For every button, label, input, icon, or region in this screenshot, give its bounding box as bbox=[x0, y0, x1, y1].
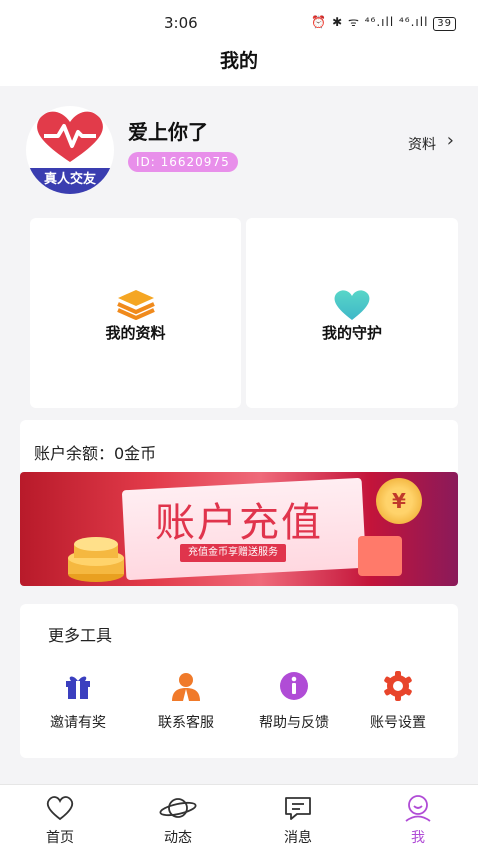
yen-coin-icon: ¥ bbox=[376, 478, 422, 524]
balance-text: 账户余额：0金币 bbox=[34, 444, 157, 463]
banner-subtitle: 充值金币享赠送服务 bbox=[180, 544, 286, 562]
battery-icon: 39 bbox=[433, 17, 456, 31]
more-tools-title: 更多工具 bbox=[48, 626, 113, 645]
contact-service-label: 联系客服 bbox=[158, 715, 214, 731]
gift-box-icon bbox=[358, 536, 402, 576]
profile-link[interactable]: 资料 bbox=[408, 134, 436, 154]
tab-me[interactable]: 我 bbox=[378, 795, 458, 847]
heart-icon bbox=[332, 288, 372, 326]
contact-service-button[interactable]: 联系客服 bbox=[136, 670, 236, 732]
heart-outline-icon bbox=[20, 795, 100, 821]
balance-card: 账户余额：0金币 bbox=[20, 420, 458, 472]
account-settings-label: 账号设置 bbox=[370, 715, 426, 731]
planet-icon bbox=[138, 795, 218, 821]
invite-reward-button[interactable]: 邀请有奖 bbox=[28, 670, 128, 732]
avatar[interactable]: 真人交友 bbox=[26, 106, 114, 194]
user-icon bbox=[378, 795, 458, 822]
help-feedback-label: 帮助与反馈 bbox=[259, 715, 329, 731]
status-signal-icons: ⏰ ✱ ᯤ ⁴⁶.ıll ⁴⁶.ıll bbox=[311, 15, 429, 29]
chevron-right-icon[interactable]: › bbox=[447, 130, 454, 151]
avatar-label: 真人交友 bbox=[26, 168, 114, 194]
gift-icon bbox=[28, 670, 128, 702]
my-profile-card[interactable]: 我的资料 bbox=[30, 218, 241, 408]
tab-me-label: 我 bbox=[411, 830, 425, 846]
customer-service-icon bbox=[136, 670, 236, 702]
page-title: 我的 bbox=[219, 50, 258, 72]
info-icon bbox=[244, 670, 344, 702]
tab-moments-label: 动态 bbox=[164, 830, 192, 846]
title-bar: 我的 bbox=[0, 44, 478, 86]
status-time: 3:06 bbox=[164, 14, 198, 32]
invite-reward-label: 邀请有奖 bbox=[50, 715, 106, 731]
my-guard-label: 我的守护 bbox=[321, 324, 382, 342]
account-settings-button[interactable]: 账号设置 bbox=[348, 670, 448, 732]
profile-header[interactable]: 真人交友 爱上你了 ID: 16620975 资料 › bbox=[0, 86, 478, 206]
my-profile-label: 我的资料 bbox=[105, 324, 166, 342]
tab-moments[interactable]: 动态 bbox=[138, 795, 218, 847]
gear-icon bbox=[348, 670, 448, 702]
my-guard-card[interactable]: 我的守护 bbox=[246, 218, 458, 408]
layers-icon bbox=[116, 288, 156, 324]
tab-home[interactable]: 首页 bbox=[20, 795, 100, 847]
message-icon bbox=[258, 795, 338, 821]
tab-messages[interactable]: 消息 bbox=[258, 795, 338, 847]
recharge-banner[interactable]: 账户充值 充值金币享赠送服务 ¥ bbox=[20, 472, 458, 586]
tab-home-label: 首页 bbox=[46, 830, 74, 846]
user-id-badge: ID: 16620975 bbox=[128, 152, 238, 172]
heart-logo-icon bbox=[37, 111, 103, 162]
tab-messages-label: 消息 bbox=[284, 830, 312, 846]
status-bar: 3:06 ⏰ ✱ ᯤ ⁴⁶.ıll ⁴⁶.ıll 39 bbox=[0, 0, 478, 44]
bottom-tab-bar: 首页 动态 消息 我 bbox=[0, 784, 478, 850]
more-tools-card: 更多工具 邀请有奖 联系客服 帮助与反馈 账号设置 bbox=[20, 604, 458, 758]
help-feedback-button[interactable]: 帮助与反馈 bbox=[244, 670, 344, 732]
status-icons: ⏰ ✱ ᯤ ⁴⁶.ıll ⁴⁶.ıll 39 bbox=[311, 13, 456, 31]
username: 爱上你了 bbox=[128, 120, 208, 144]
